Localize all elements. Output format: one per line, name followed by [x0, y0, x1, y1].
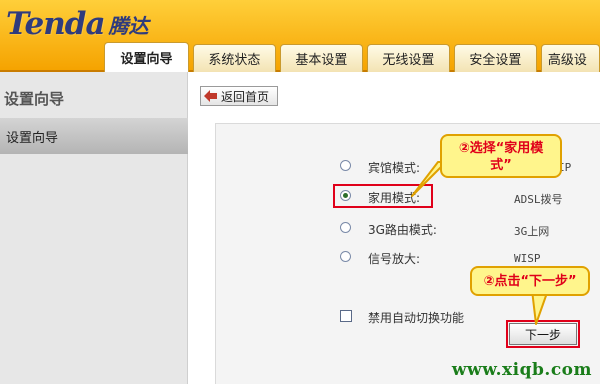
signal-amplify-label: 信号放大:	[368, 252, 421, 266]
brand-logo: Tenda 腾达	[6, 2, 149, 42]
sidebar-item-setup-wizard[interactable]: 设置向导	[0, 118, 188, 154]
radio-hotel-mode[interactable]	[340, 160, 351, 171]
home-button[interactable]: 返回首页	[200, 86, 278, 106]
home-button-label: 返回首页	[221, 89, 270, 104]
tab-system-status[interactable]: 系统状态	[192, 44, 276, 72]
sidebar: 设置向导 设置向导	[0, 72, 188, 384]
brand-name-en: Tenda	[6, 6, 106, 42]
tab-setup-wizard[interactable]: 设置向导	[104, 42, 189, 72]
home-mode-value: ADSL拨号	[514, 193, 563, 206]
3g-router-mode-label: 3G路由模式:	[368, 223, 437, 237]
radio-3g-router-mode[interactable]	[340, 222, 351, 233]
signal-amplify-value: WISP	[514, 252, 541, 265]
tab-advanced-settings[interactable]: 高级设	[540, 44, 600, 72]
3g-router-mode-value: 3G上网	[514, 225, 550, 238]
header-bar: Tenda 腾达 设置向导 系统状态 基本设置 无线设置 安全设置 高级设	[0, 0, 600, 72]
home-arrow-icon	[203, 89, 219, 103]
sidebar-title: 设置向导	[4, 90, 65, 108]
radio-signal-amplify[interactable]	[340, 251, 351, 262]
tab-basic-settings[interactable]: 基本设置	[279, 44, 363, 72]
watermark-text: www.xiqb.com	[451, 360, 592, 380]
main-tabs: 设置向导 系统状态 基本设置 无线设置 安全设置 高级设	[104, 42, 600, 72]
disable-auto-switch-checkbox[interactable]	[340, 310, 352, 322]
tab-wireless-settings[interactable]: 无线设置	[366, 44, 450, 72]
callout-click-next: ②点击“下一步”	[470, 266, 590, 296]
callout-select-line2: 式”	[490, 158, 512, 173]
disable-auto-switch-label: 禁用自动切换功能	[368, 311, 465, 325]
callout-select-home-mode: ②选择“家用模 式”	[440, 134, 562, 178]
main-content: 返回首页 宾馆模式: IP 家用模式: ADSL拨号 3G路由模式: 3G上网 …	[188, 72, 600, 384]
radio-home-mode[interactable]	[340, 190, 351, 201]
brand-name-cn: 腾达	[108, 14, 149, 38]
callout-select-line1: ②选择“家用模	[458, 141, 544, 156]
tab-security-settings[interactable]: 安全设置	[453, 44, 537, 72]
